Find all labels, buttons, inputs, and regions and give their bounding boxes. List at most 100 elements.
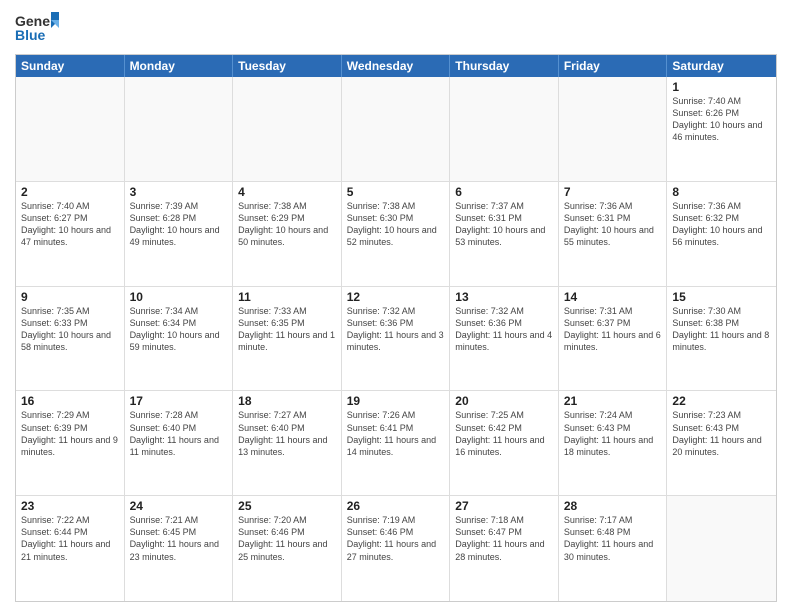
day-info: Sunrise: 7:31 AM Sunset: 6:37 PM Dayligh… [564,305,662,354]
day-number: 15 [672,290,771,304]
day-cell-8: 8Sunrise: 7:36 AM Sunset: 6:32 PM Daylig… [667,182,776,286]
day-number: 24 [130,499,228,513]
day-info: Sunrise: 7:39 AM Sunset: 6:28 PM Dayligh… [130,200,228,249]
day-cell-16: 16Sunrise: 7:29 AM Sunset: 6:39 PM Dayli… [16,391,125,495]
day-info: Sunrise: 7:40 AM Sunset: 6:26 PM Dayligh… [672,95,771,144]
day-number: 4 [238,185,336,199]
day-number: 16 [21,394,119,408]
day-cell-empty [342,77,451,181]
logo: General Blue [15,10,59,46]
day-cell-20: 20Sunrise: 7:25 AM Sunset: 6:42 PM Dayli… [450,391,559,495]
calendar-row-1: 1Sunrise: 7:40 AM Sunset: 6:26 PM Daylig… [16,77,776,182]
day-info: Sunrise: 7:32 AM Sunset: 6:36 PM Dayligh… [455,305,553,354]
day-info: Sunrise: 7:25 AM Sunset: 6:42 PM Dayligh… [455,409,553,458]
day-cell-empty [667,496,776,601]
day-header-thursday: Thursday [450,55,559,77]
svg-text:Blue: Blue [15,27,46,43]
day-number: 8 [672,185,771,199]
day-info: Sunrise: 7:18 AM Sunset: 6:47 PM Dayligh… [455,514,553,563]
day-info: Sunrise: 7:20 AM Sunset: 6:46 PM Dayligh… [238,514,336,563]
day-info: Sunrise: 7:30 AM Sunset: 6:38 PM Dayligh… [672,305,771,354]
day-number: 21 [564,394,662,408]
day-number: 12 [347,290,445,304]
day-cell-27: 27Sunrise: 7:18 AM Sunset: 6:47 PM Dayli… [450,496,559,601]
day-number: 28 [564,499,662,513]
day-header-wednesday: Wednesday [342,55,451,77]
day-number: 26 [347,499,445,513]
calendar-row-2: 2Sunrise: 7:40 AM Sunset: 6:27 PM Daylig… [16,182,776,287]
day-number: 2 [21,185,119,199]
day-cell-25: 25Sunrise: 7:20 AM Sunset: 6:46 PM Dayli… [233,496,342,601]
day-number: 13 [455,290,553,304]
day-info: Sunrise: 7:36 AM Sunset: 6:32 PM Dayligh… [672,200,771,249]
calendar-header-row: SundayMondayTuesdayWednesdayThursdayFrid… [16,55,776,77]
day-cell-3: 3Sunrise: 7:39 AM Sunset: 6:28 PM Daylig… [125,182,234,286]
day-info: Sunrise: 7:24 AM Sunset: 6:43 PM Dayligh… [564,409,662,458]
day-number: 17 [130,394,228,408]
day-number: 23 [21,499,119,513]
day-cell-18: 18Sunrise: 7:27 AM Sunset: 6:40 PM Dayli… [233,391,342,495]
day-header-tuesday: Tuesday [233,55,342,77]
day-cell-14: 14Sunrise: 7:31 AM Sunset: 6:37 PM Dayli… [559,287,668,391]
day-info: Sunrise: 7:26 AM Sunset: 6:41 PM Dayligh… [347,409,445,458]
day-info: Sunrise: 7:37 AM Sunset: 6:31 PM Dayligh… [455,200,553,249]
day-number: 22 [672,394,771,408]
day-cell-19: 19Sunrise: 7:26 AM Sunset: 6:41 PM Dayli… [342,391,451,495]
day-info: Sunrise: 7:33 AM Sunset: 6:35 PM Dayligh… [238,305,336,354]
day-cell-4: 4Sunrise: 7:38 AM Sunset: 6:29 PM Daylig… [233,182,342,286]
day-cell-empty [450,77,559,181]
day-number: 19 [347,394,445,408]
day-info: Sunrise: 7:38 AM Sunset: 6:29 PM Dayligh… [238,200,336,249]
day-header-monday: Monday [125,55,234,77]
day-cell-17: 17Sunrise: 7:28 AM Sunset: 6:40 PM Dayli… [125,391,234,495]
day-info: Sunrise: 7:27 AM Sunset: 6:40 PM Dayligh… [238,409,336,458]
calendar-row-5: 23Sunrise: 7:22 AM Sunset: 6:44 PM Dayli… [16,496,776,601]
day-number: 5 [347,185,445,199]
day-number: 7 [564,185,662,199]
day-number: 25 [238,499,336,513]
calendar-body: 1Sunrise: 7:40 AM Sunset: 6:26 PM Daylig… [16,77,776,601]
day-cell-9: 9Sunrise: 7:35 AM Sunset: 6:33 PM Daylig… [16,287,125,391]
day-info: Sunrise: 7:22 AM Sunset: 6:44 PM Dayligh… [21,514,119,563]
day-info: Sunrise: 7:36 AM Sunset: 6:31 PM Dayligh… [564,200,662,249]
day-cell-23: 23Sunrise: 7:22 AM Sunset: 6:44 PM Dayli… [16,496,125,601]
day-number: 6 [455,185,553,199]
day-cell-12: 12Sunrise: 7:32 AM Sunset: 6:36 PM Dayli… [342,287,451,391]
day-info: Sunrise: 7:29 AM Sunset: 6:39 PM Dayligh… [21,409,119,458]
calendar-row-3: 9Sunrise: 7:35 AM Sunset: 6:33 PM Daylig… [16,287,776,392]
day-info: Sunrise: 7:28 AM Sunset: 6:40 PM Dayligh… [130,409,228,458]
day-cell-10: 10Sunrise: 7:34 AM Sunset: 6:34 PM Dayli… [125,287,234,391]
day-cell-5: 5Sunrise: 7:38 AM Sunset: 6:30 PM Daylig… [342,182,451,286]
day-info: Sunrise: 7:32 AM Sunset: 6:36 PM Dayligh… [347,305,445,354]
day-header-saturday: Saturday [667,55,776,77]
day-header-friday: Friday [559,55,668,77]
day-info: Sunrise: 7:34 AM Sunset: 6:34 PM Dayligh… [130,305,228,354]
day-cell-empty [16,77,125,181]
calendar: SundayMondayTuesdayWednesdayThursdayFrid… [15,54,777,602]
day-cell-6: 6Sunrise: 7:37 AM Sunset: 6:31 PM Daylig… [450,182,559,286]
day-number: 11 [238,290,336,304]
day-number: 9 [21,290,119,304]
day-number: 3 [130,185,228,199]
day-number: 1 [672,80,771,94]
day-info: Sunrise: 7:35 AM Sunset: 6:33 PM Dayligh… [21,305,119,354]
day-header-sunday: Sunday [16,55,125,77]
day-cell-26: 26Sunrise: 7:19 AM Sunset: 6:46 PM Dayli… [342,496,451,601]
day-info: Sunrise: 7:38 AM Sunset: 6:30 PM Dayligh… [347,200,445,249]
day-cell-7: 7Sunrise: 7:36 AM Sunset: 6:31 PM Daylig… [559,182,668,286]
day-info: Sunrise: 7:17 AM Sunset: 6:48 PM Dayligh… [564,514,662,563]
day-number: 27 [455,499,553,513]
day-number: 10 [130,290,228,304]
calendar-row-4: 16Sunrise: 7:29 AM Sunset: 6:39 PM Dayli… [16,391,776,496]
day-cell-22: 22Sunrise: 7:23 AM Sunset: 6:43 PM Dayli… [667,391,776,495]
day-cell-13: 13Sunrise: 7:32 AM Sunset: 6:36 PM Dayli… [450,287,559,391]
day-number: 14 [564,290,662,304]
day-number: 18 [238,394,336,408]
day-cell-24: 24Sunrise: 7:21 AM Sunset: 6:45 PM Dayli… [125,496,234,601]
day-cell-11: 11Sunrise: 7:33 AM Sunset: 6:35 PM Dayli… [233,287,342,391]
day-info: Sunrise: 7:21 AM Sunset: 6:45 PM Dayligh… [130,514,228,563]
day-cell-empty [125,77,234,181]
day-cell-empty [233,77,342,181]
day-cell-2: 2Sunrise: 7:40 AM Sunset: 6:27 PM Daylig… [16,182,125,286]
day-cell-15: 15Sunrise: 7:30 AM Sunset: 6:38 PM Dayli… [667,287,776,391]
